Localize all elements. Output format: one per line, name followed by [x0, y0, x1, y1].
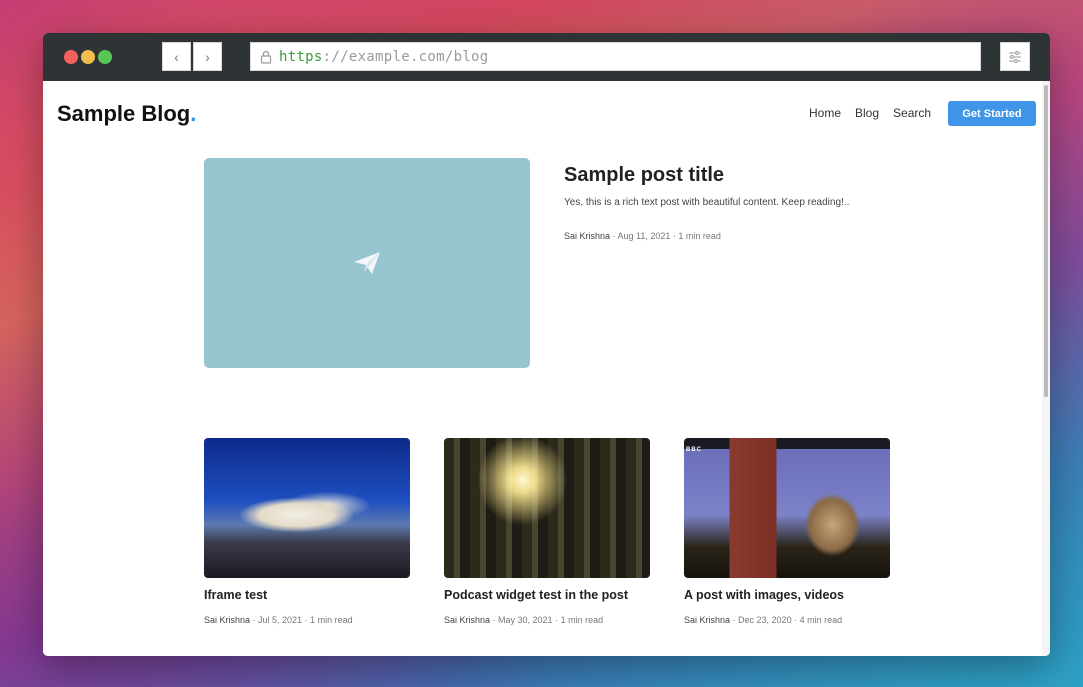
post-date-readtime: · Aug 11, 2021 · 1 min read	[610, 231, 721, 241]
scrollbar[interactable]	[1042, 81, 1050, 656]
maximize-window-button[interactable]	[98, 50, 112, 64]
bbc-watermark: BBC	[686, 447, 702, 453]
browser-toolbar: ‹ › https://example.com/blog	[43, 33, 1050, 81]
post-author[interactable]: Sai Krishna	[204, 615, 250, 625]
post-author[interactable]: Sai Krishna	[684, 615, 730, 625]
chevron-left-icon: ‹	[174, 48, 179, 65]
post-meta: Sai Krishna · Jul 5, 2021 · 1 min read	[204, 615, 410, 625]
site-logo-text: Sample Blog	[57, 101, 191, 126]
post-thumbnail[interactable]	[444, 438, 650, 578]
browser-window: ‹ › https://example.com/blog Sample Blog…	[43, 33, 1050, 656]
post-author[interactable]: Sai Krishna	[444, 615, 490, 625]
get-started-button[interactable]: Get Started	[948, 101, 1036, 126]
chevron-right-icon: ›	[205, 48, 210, 65]
post-meta: Sai Krishna · May 30, 2021 · 1 min read	[444, 615, 650, 625]
settings-sliders-icon	[1009, 50, 1021, 63]
minimize-window-button[interactable]	[81, 50, 95, 64]
post-title[interactable]: Iframe test	[204, 588, 410, 602]
nav-item-search[interactable]: Search	[893, 106, 931, 120]
post-date-readtime: · May 30, 2021 · 1 min read	[490, 615, 604, 625]
lock-icon	[260, 50, 272, 64]
post-title[interactable]: Podcast widget test in the post	[444, 588, 650, 602]
post-author[interactable]: Sai Krishna	[564, 231, 610, 241]
post-thumbnail[interactable]	[204, 438, 410, 578]
paper-plane-icon	[354, 252, 380, 274]
nav-item-home[interactable]: Home	[809, 106, 841, 120]
post-card[interactable]: Iframe test Sai Krishna · Jul 5, 2021 · …	[204, 438, 410, 625]
back-button[interactable]: ‹	[162, 42, 191, 71]
featured-post-meta: Sai Krishna · Aug 11, 2021 · 1 min read	[564, 231, 721, 241]
featured-post-excerpt: Yes, this is a rich text post with beaut…	[564, 197, 850, 208]
post-card[interactable]: BBC A post with images, videos Sai Krish…	[684, 438, 890, 625]
settings-button[interactable]	[1000, 42, 1030, 71]
scrollbar-thumb[interactable]	[1044, 85, 1048, 397]
forward-button[interactable]: ›	[193, 42, 222, 71]
site-logo[interactable]: Sample Blog.	[57, 101, 196, 127]
nav-item-blog[interactable]: Blog	[855, 106, 879, 120]
main-nav: Home Blog Search	[809, 106, 931, 120]
post-date-readtime: · Jul 5, 2021 · 1 min read	[250, 615, 353, 625]
post-card[interactable]: Podcast widget test in the post Sai Kris…	[444, 438, 650, 625]
post-thumbnail[interactable]: BBC	[684, 438, 890, 578]
post-meta: Sai Krishna · Dec 23, 2020 · 4 min read	[684, 615, 890, 625]
featured-post-image[interactable]	[204, 158, 530, 368]
featured-post-title[interactable]: Sample post title	[564, 164, 724, 187]
address-bar[interactable]: https://example.com/blog	[250, 42, 981, 71]
close-window-button[interactable]	[64, 50, 78, 64]
url-text: https://example.com/blog	[279, 48, 489, 65]
post-date-readtime: · Dec 23, 2020 · 4 min read	[730, 615, 843, 625]
post-title[interactable]: A post with images, videos	[684, 588, 890, 602]
web-page: Sample Blog. Home Blog Search Get Starte…	[43, 81, 1050, 656]
site-logo-dot: .	[190, 101, 197, 126]
